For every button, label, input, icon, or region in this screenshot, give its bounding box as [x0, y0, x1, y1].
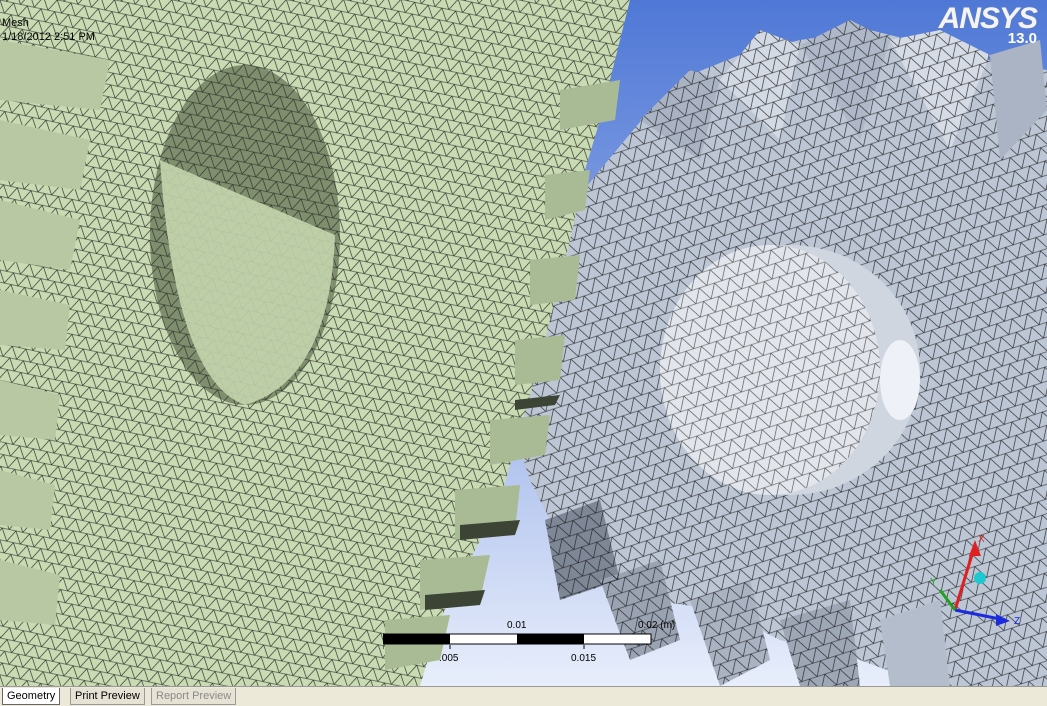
viewport-title-block: Mesh 1/18/2012 2:51 PM	[2, 16, 95, 44]
scale-label-top-2: 0.02 (m)	[638, 620, 676, 631]
tab-geometry[interactable]: Geometry	[2, 688, 61, 705]
tab-print-preview[interactable]: Print Preview	[70, 688, 145, 705]
scale-label-top-1: 0.01	[507, 620, 527, 631]
scale-label-bottom-2: 0.015	[571, 653, 597, 664]
view-tab-bar: Geometry Print Preview Report Preview	[0, 686, 1047, 706]
mesh-scene[interactable]: X Z Y	[0, 0, 1047, 686]
viewport-timestamp: 1/18/2012 2:51 PM	[2, 31, 95, 43]
ansys-logo: ANSYS 13.0	[939, 2, 1038, 47]
scale-bar: 0.01 0.02 (m) .005 0.015	[383, 620, 683, 670]
left-gear[interactable]	[0, 0, 630, 686]
tab-report-preview[interactable]: Report Preview	[151, 688, 237, 705]
scale-bar-graphic	[383, 633, 652, 649]
triad-x-label: X	[978, 534, 985, 545]
triad-z-label: Z	[1014, 616, 1020, 627]
triad-y-label: Y	[930, 577, 937, 588]
viewport-title: Mesh	[2, 17, 29, 29]
graphics-viewport[interactable]: X Z Y Mesh 1/18/2012 2:51 PM ANSYS 13.0 …	[0, 0, 1047, 686]
scale-label-bottom-1: .005	[439, 653, 459, 664]
